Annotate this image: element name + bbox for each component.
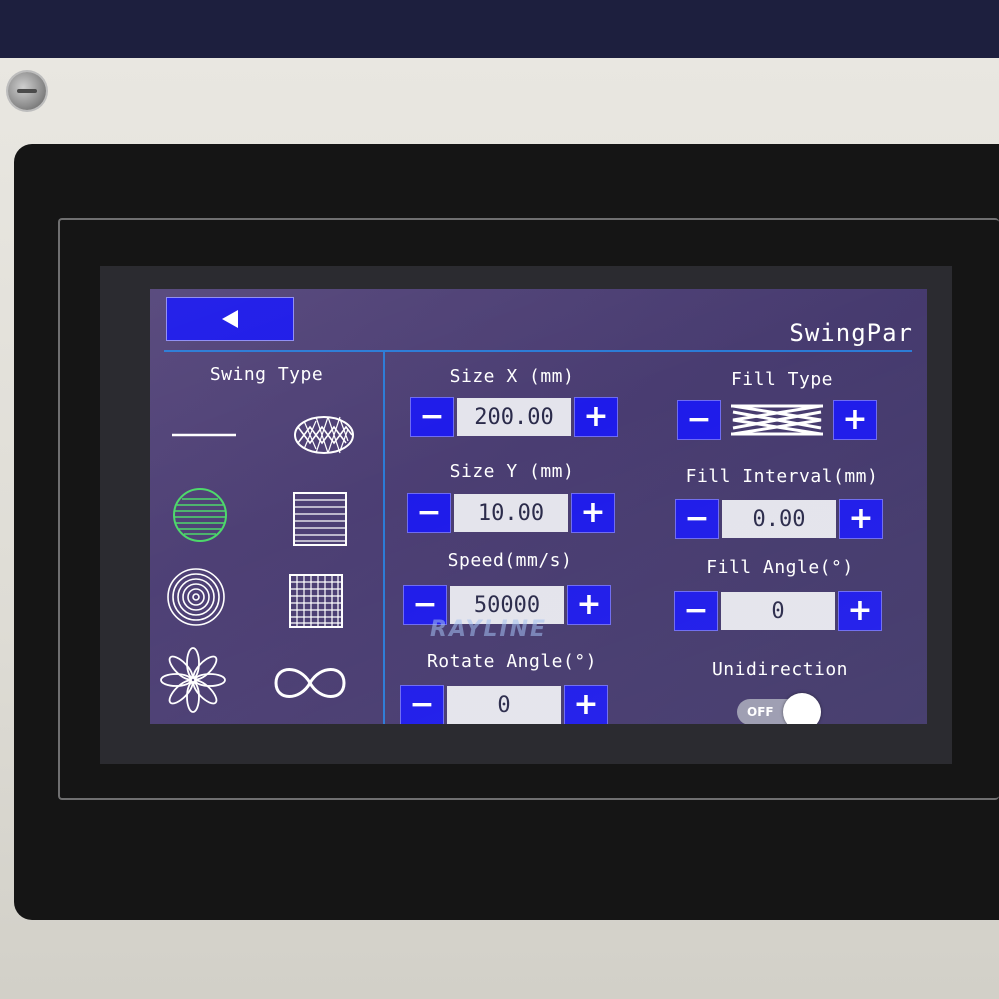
size-y-field[interactable]: 10.00 (454, 494, 568, 532)
fill-angle-stepper: − 0 + (674, 591, 882, 631)
size-y-label: Size Y (mm) (449, 461, 575, 482)
size-x-minus-button[interactable]: − (410, 397, 454, 437)
rotate-angle-stepper: − 0 + (400, 685, 608, 724)
grid-square-icon[interactable] (284, 569, 348, 633)
rotate-angle-plus-button[interactable]: + (564, 685, 608, 724)
fill-type-stepper: − + (677, 400, 877, 440)
infinity-icon[interactable] (270, 651, 350, 715)
size-y-stepper: − 10.00 + (407, 493, 615, 533)
header-divider (164, 350, 912, 352)
back-arrow-icon (222, 310, 238, 328)
speed-label: Speed(mm/s) (447, 550, 573, 571)
unidirection-label: Unidirection (711, 659, 849, 680)
fill-angle-label: Fill Angle(°) (706, 557, 854, 578)
screw-icon (8, 72, 46, 110)
rotate-angle-field[interactable]: 0 (447, 686, 561, 724)
fill-type-label: Fill Type (730, 369, 834, 390)
fill-angle-plus-button[interactable]: + (838, 591, 882, 631)
size-x-plus-button[interactable]: + (574, 397, 618, 437)
fill-interval-plus-button[interactable]: + (839, 499, 883, 539)
fill-type-minus-button[interactable]: − (677, 400, 721, 440)
fill-interval-stepper: − 0.00 + (675, 499, 883, 539)
watermark-logo: RAYLINE (430, 617, 548, 642)
back-button[interactable] (166, 297, 294, 341)
swing-type-title: Swing Type (209, 364, 324, 385)
line-pattern-icon[interactable] (172, 403, 236, 467)
fill-angle-field[interactable]: 0 (721, 592, 835, 630)
size-y-plus-button[interactable]: + (571, 493, 615, 533)
fill-type-plus-button[interactable]: + (833, 400, 877, 440)
hmi-screen: SwingPar Swing Type Size X (mm) − 200.00… (150, 289, 927, 724)
speed-plus-button[interactable]: + (567, 585, 611, 625)
concentric-circles-icon[interactable] (164, 565, 228, 629)
rotate-angle-minus-button[interactable]: − (400, 685, 444, 724)
circle-lines-icon[interactable] (168, 483, 232, 547)
size-y-minus-button[interactable]: − (407, 493, 451, 533)
size-x-field[interactable]: 200.00 (457, 398, 571, 436)
rotate-angle-label: Rotate Angle(°) (426, 651, 598, 672)
unidirection-toggle[interactable]: OFF (737, 693, 823, 724)
fill-angle-minus-button[interactable]: − (674, 591, 718, 631)
zigzag-fill-icon (727, 400, 827, 440)
fill-interval-minus-button[interactable]: − (675, 499, 719, 539)
size-x-label: Size X (mm) (449, 366, 575, 387)
fill-interval-label: Fill Interval(mm) (685, 466, 879, 487)
toggle-state-label: OFF (747, 705, 774, 719)
toggle-knob (783, 693, 821, 724)
flower-icon[interactable] (158, 645, 228, 715)
crosshatch-oval-icon[interactable] (292, 403, 356, 467)
page-title: SwingPar (789, 319, 913, 347)
fill-interval-field[interactable]: 0.00 (722, 500, 836, 538)
vertical-divider (383, 351, 385, 724)
size-x-stepper: − 200.00 + (410, 397, 618, 437)
square-lines-icon[interactable] (288, 487, 352, 551)
